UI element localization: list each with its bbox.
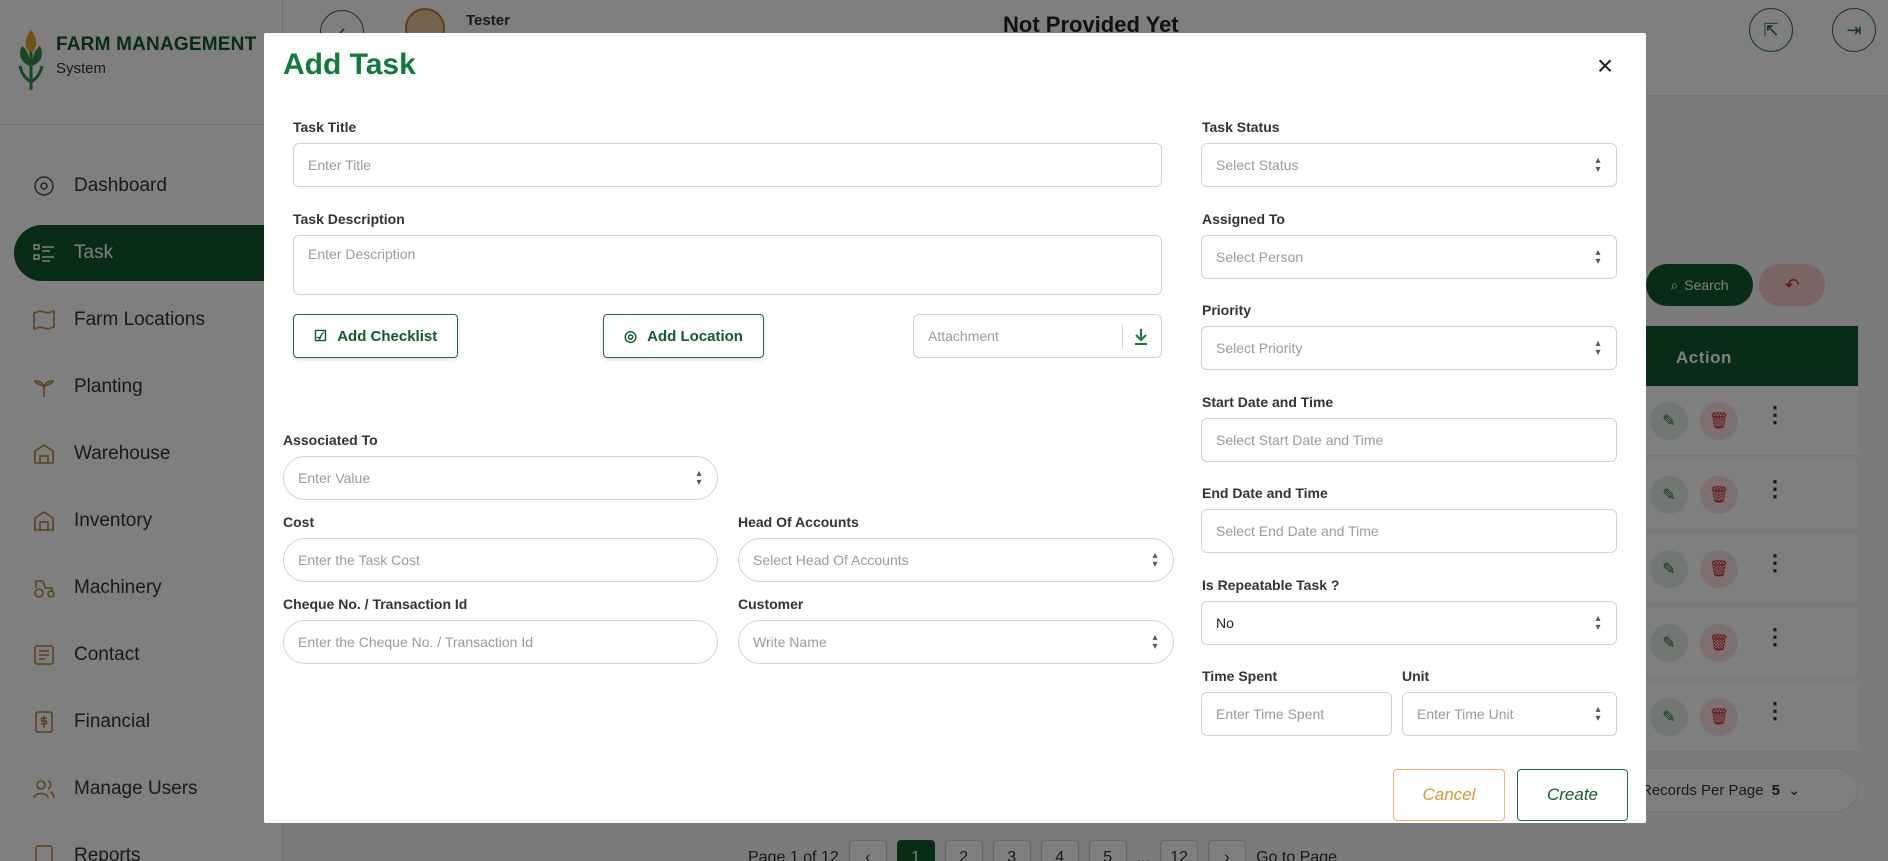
cheque-label: Cheque No. / Transaction Id	[283, 596, 468, 612]
customer-placeholder: Write Name	[753, 634, 827, 650]
add-location-label: Add Location	[647, 327, 743, 345]
end-date-label: End Date and Time	[1202, 485, 1328, 501]
head-of-accounts-select[interactable]: Select Head Of Accounts ▴ ▾	[738, 538, 1174, 582]
cheque-input[interactable]	[283, 620, 718, 664]
task-description-label: Task Description	[293, 211, 405, 227]
priority-placeholder: Select Priority	[1216, 340, 1303, 356]
assigned-to-label: Assigned To	[1202, 211, 1285, 227]
add-checklist-label: Add Checklist	[337, 327, 438, 345]
unit-placeholder: Enter Time Unit	[1417, 706, 1514, 722]
cost-input[interactable]	[283, 538, 718, 582]
unit-label: Unit	[1402, 668, 1430, 684]
attachment-divider	[1122, 325, 1123, 349]
repeatable-select[interactable]: No ▴ ▾	[1201, 601, 1617, 645]
time-spent-input[interactable]	[1201, 692, 1392, 736]
repeatable-value: No	[1216, 615, 1234, 631]
attachment-placeholder: Attachment	[928, 328, 999, 344]
associated-to-label: Associated To	[283, 432, 378, 448]
priority-label: Priority	[1202, 302, 1252, 318]
select-caret-icon: ▴ ▾	[1152, 632, 1158, 652]
close-button[interactable]: ×	[1592, 50, 1618, 81]
repeatable-label: Is Repeatable Task ?	[1202, 577, 1340, 593]
checklist-icon: ☑	[313, 328, 328, 345]
task-title-input[interactable]	[293, 143, 1162, 187]
cancel-button[interactable]: Cancel	[1393, 769, 1505, 821]
task-status-select[interactable]: Select Status ▴ ▾	[1201, 143, 1617, 187]
cost-label: Cost	[283, 514, 315, 530]
head-of-accounts-label: Head Of Accounts	[738, 514, 859, 530]
assigned-to-placeholder: Select Person	[1216, 249, 1304, 265]
assigned-to-select[interactable]: Select Person ▴ ▾	[1201, 235, 1617, 279]
associated-to-select[interactable]: Enter Value ▴ ▾	[283, 456, 718, 500]
add-location-button[interactable]: ◎ Add Location	[603, 314, 764, 358]
close-icon: ×	[1596, 50, 1614, 81]
select-caret-icon: ▴ ▾	[1595, 247, 1601, 267]
priority-select[interactable]: Select Priority ▴ ▾	[1201, 326, 1617, 370]
modal-title: Add Task	[283, 48, 416, 81]
select-caret-icon: ▴ ▾	[1595, 613, 1601, 633]
customer-select[interactable]: Write Name ▴ ▾	[738, 620, 1174, 664]
select-caret-icon: ▴ ▾	[1152, 550, 1158, 570]
time-spent-label: Time Spent	[1202, 668, 1278, 684]
associated-to-placeholder: Enter Value	[298, 470, 371, 486]
download-icon[interactable]	[1133, 327, 1149, 347]
customer-label: Customer	[738, 596, 804, 612]
select-caret-icon: ▴ ▾	[1595, 155, 1601, 175]
create-button[interactable]: Create	[1517, 769, 1628, 821]
select-caret-icon: ▴ ▾	[696, 468, 702, 488]
start-date-input[interactable]	[1201, 418, 1617, 462]
add-task-modal: Add Task × Task Title Task Description ☑…	[264, 33, 1646, 823]
task-status-placeholder: Select Status	[1216, 157, 1299, 173]
unit-select[interactable]: Enter Time Unit ▴ ▾	[1402, 692, 1617, 736]
task-status-label: Task Status	[1202, 119, 1280, 135]
select-caret-icon: ▴ ▾	[1595, 338, 1601, 358]
add-checklist-button[interactable]: ☑ Add Checklist	[293, 314, 458, 358]
start-date-label: Start Date and Time	[1202, 394, 1334, 410]
location-pin-icon: ◎	[624, 328, 638, 345]
task-description-input[interactable]	[293, 235, 1162, 295]
attachment-field[interactable]: Attachment	[913, 314, 1162, 358]
select-caret-icon: ▴ ▾	[1595, 704, 1601, 724]
head-of-accounts-placeholder: Select Head Of Accounts	[753, 552, 909, 568]
task-title-label: Task Title	[293, 119, 357, 135]
end-date-input[interactable]	[1201, 509, 1617, 553]
